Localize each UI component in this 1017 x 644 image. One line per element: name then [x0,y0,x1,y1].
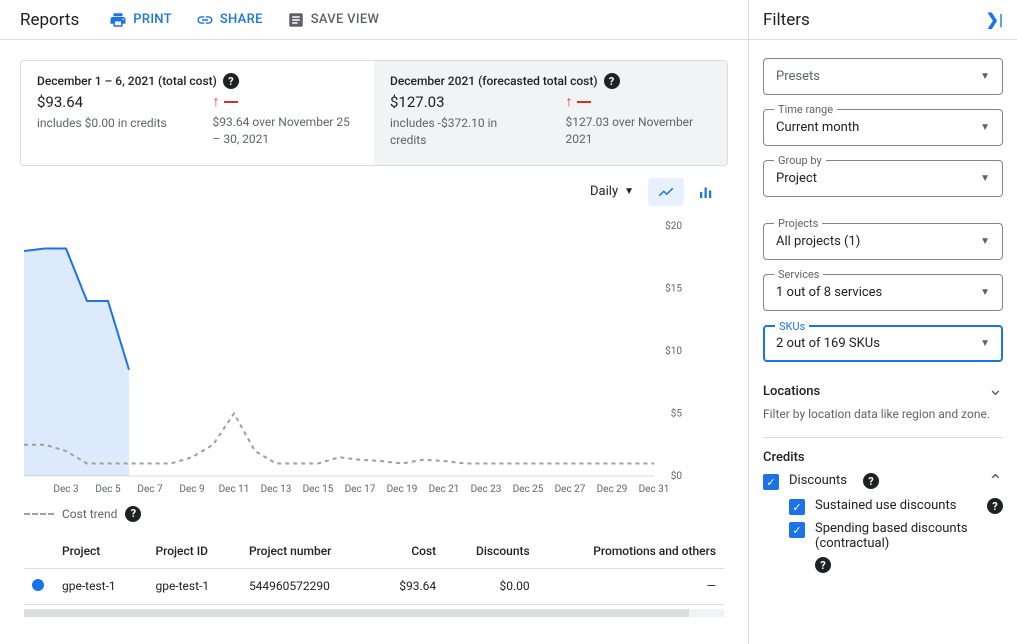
help-icon[interactable]: ? [223,73,239,89]
svg-text:Dec 15: Dec 15 [303,484,334,495]
chart-canvas: $0 $5 $10 $15 $20 Dec 3 Dec 5 Dec 7 Dec 9 Dec 11 D… [24,216,684,496]
help-icon[interactable]: ? [863,473,879,489]
svg-text:$5: $5 [671,406,683,419]
forecast-title: December 2021 (forecasted total cost) [390,74,598,88]
svg-text:Dec 5: Dec 5 [95,484,121,495]
dropdown-icon: ▼ [980,173,990,184]
page-title: Reports [20,10,79,30]
time-range-select[interactable]: Time range Current month ▼ [763,109,1003,146]
table-header[interactable]: Project number [241,534,373,569]
svg-text:$15: $15 [665,281,682,294]
svg-text:Dec 31: Dec 31 [639,484,670,495]
chevron-down-icon: ⌄ [988,379,1003,400]
svg-text:$20: $20 [665,219,682,232]
collapse-filters-icon[interactable]: ❯| [986,10,1003,29]
forecast-cost-card: December 2021 (forecasted total cost) ? … [374,61,727,165]
line-chart-button[interactable] [648,178,684,206]
svg-text:Dec 17: Dec 17 [345,484,376,495]
main-header: Reports PRINT SHARE SAVE VIEW [0,0,748,40]
arrow-up-icon: ↑ [213,93,220,110]
dropdown-icon: ▼ [980,71,990,82]
table-row[interactable]: gpe-test-1gpe-test-1544960572290 $93.64$… [24,568,724,604]
save-view-icon [287,11,305,29]
svg-text:$0: $0 [671,469,683,482]
help-icon[interactable]: ? [604,73,620,89]
horizontal-scrollbar[interactable] [24,609,724,617]
dropdown-icon: ▼ [980,287,990,298]
services-select[interactable]: Services 1 out of 8 services ▼ [763,274,1003,311]
sustained-use-checkbox[interactable] [789,499,805,515]
svg-text:Dec 3: Dec 3 [53,484,78,495]
total-credits: includes $0.00 in credits [37,115,183,132]
chart-controls: Daily ▼ [0,178,748,216]
save-view-button[interactable]: SAVE VIEW [287,11,380,29]
svg-text:Dec 25: Dec 25 [513,484,544,495]
legend-dash-icon [24,513,54,515]
print-button[interactable]: PRINT [109,11,172,29]
discounts-checkbox[interactable] [763,474,779,490]
svg-text:Dec 9: Dec 9 [179,484,204,495]
table-header[interactable]: Project ID [147,534,240,569]
cost-chart: $0 $5 $10 $15 $20 Dec 3 Dec 5 Dec 7 Dec 9 Dec 11 D… [24,216,724,500]
filters-title: Filters [763,10,810,30]
spending-based-checkbox[interactable] [789,522,805,538]
projects-select[interactable]: Projects All projects (1) ▼ [763,223,1003,260]
arrow-up-icon: ↑ [566,93,573,110]
svg-text:Dec 27: Dec 27 [555,484,586,495]
line-chart-icon [657,183,675,201]
print-icon [109,11,127,29]
chevron-up-icon[interactable]: ⌃ [988,471,1003,492]
aggregation-select[interactable]: Daily ▼ [582,180,642,203]
chart-legend: Cost trend ? [24,506,724,522]
credits-title: Credits [763,450,1003,465]
trend-indicator: ↑ [213,93,359,110]
table-header-row: ProjectProject IDProject numberCostDisco… [24,534,724,569]
cost-table: ProjectProject IDProject numberCostDisco… [24,534,724,617]
dropdown-icon: ▼ [980,122,990,133]
divider [763,437,1003,438]
table-header[interactable]: Discounts [444,534,538,569]
forecast-amount: $127.03 [390,93,536,111]
presets-select[interactable]: Presets ▼ [763,58,1003,95]
dropdown-icon: ▼ [624,186,634,197]
skus-select[interactable]: SKUs 2 out of 169 SKUs ▼ [763,325,1003,362]
total-cost-card: December 1 – 6, 2021 (total cost) ? $93.… [21,61,374,165]
svg-text:Dec 19: Dec 19 [387,484,418,495]
svg-text:Dec 11: Dec 11 [219,484,250,495]
table-header[interactable]: Cost [373,534,444,569]
svg-text:Dec 7: Dec 7 [137,484,163,495]
total-amount: $93.64 [37,93,183,111]
trend-indicator: ↑ [566,93,712,110]
svg-text:Dec 23: Dec 23 [471,484,502,495]
share-button[interactable]: SHARE [196,11,263,29]
svg-text:$10: $10 [665,344,682,357]
trend-dash-icon [224,101,238,103]
dropdown-icon: ▼ [980,338,990,349]
filters-sidebar: Filters ❯| Presets ▼ Time range Current … [749,0,1017,644]
svg-text:Dec 13: Dec 13 [261,484,292,495]
help-icon[interactable]: ? [815,557,831,573]
svg-text:Dec 29: Dec 29 [597,484,628,495]
trend-dash-icon [577,101,591,103]
share-icon [196,11,214,29]
forecast-credits: includes -$372.10 in credits [390,115,536,149]
table-header[interactable]: Promotions and others [538,534,724,569]
table-header[interactable]: Project [54,534,147,569]
svg-text:Dec 21: Dec 21 [429,484,460,495]
series-dot-icon [32,579,44,591]
locations-section[interactable]: Locations ⌄ [763,376,1003,403]
summary-cards: December 1 – 6, 2021 (total cost) ? $93.… [20,60,728,166]
total-title: December 1 – 6, 2021 (total cost) [37,74,217,88]
bar-chart-button[interactable] [688,178,724,206]
total-delta: $93.64 over November 25 – 30, 2021 [213,114,359,148]
dropdown-icon: ▼ [980,236,990,247]
forecast-delta: $127.03 over November 2021 [566,114,712,148]
help-icon[interactable]: ? [987,498,1003,514]
group-by-select[interactable]: Group by Project ▼ [763,160,1003,197]
help-icon[interactable]: ? [125,506,141,522]
bar-chart-icon [697,183,715,201]
